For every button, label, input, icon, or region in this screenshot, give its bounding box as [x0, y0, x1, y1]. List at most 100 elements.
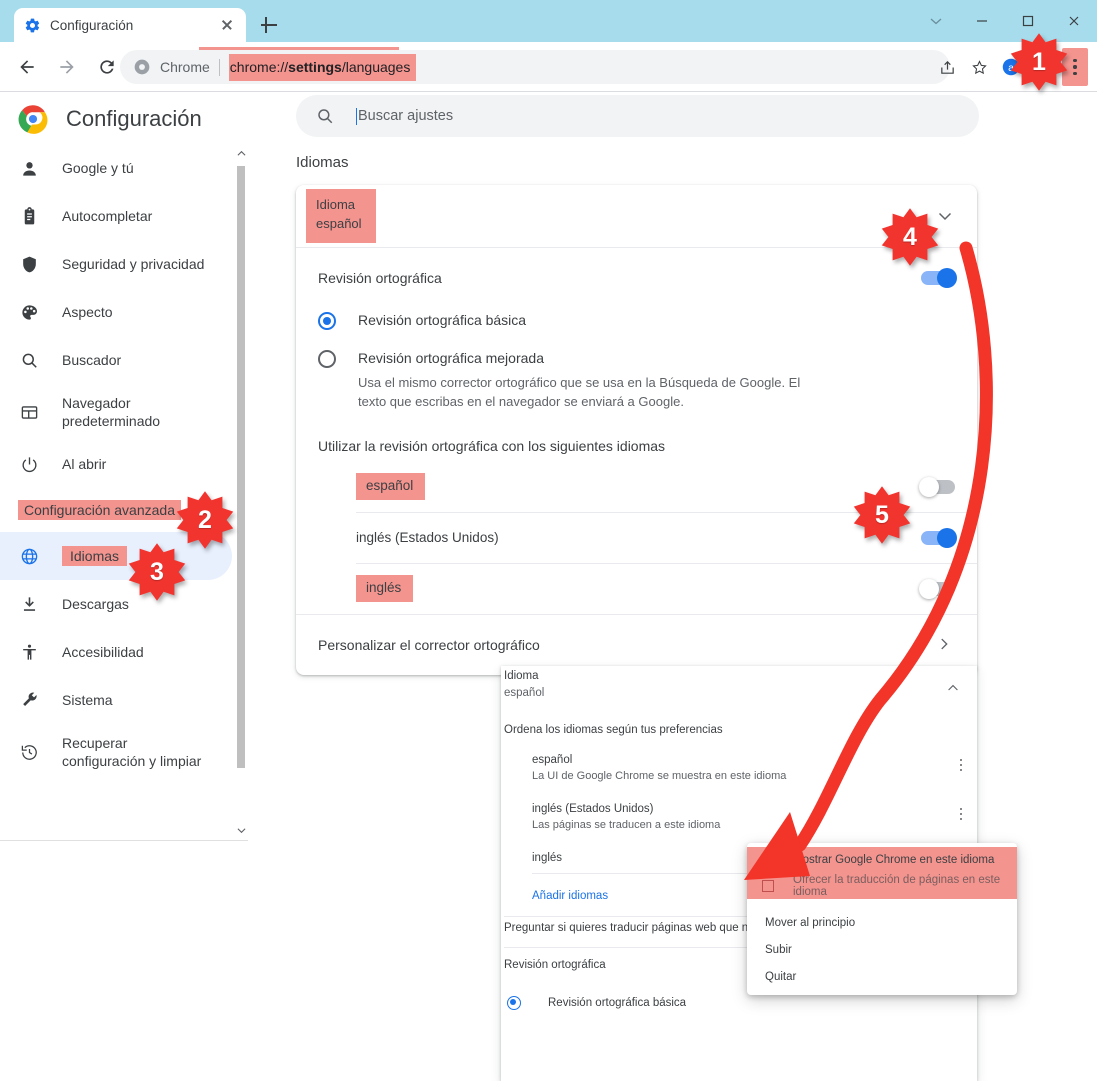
shield-icon [18, 253, 40, 275]
gear-icon [24, 17, 41, 34]
radio-button[interactable] [318, 312, 336, 330]
sidebar-item-label: Autocompletar [62, 208, 153, 224]
context-menu-item-label: Quitar [765, 970, 797, 983]
checkbox-icon[interactable] [762, 854, 774, 866]
sidebar-item-google-y-tu[interactable]: Google y tú [0, 144, 232, 192]
omnibox-url: chrome://settings/languages [228, 53, 417, 81]
sidebar-item-label: Seguridad y privacidad [62, 256, 205, 272]
sidebar-item-navegador-predeterminado[interactable]: Navegador predeterminado [0, 384, 232, 440]
spellcheck-label: Revisión ortográfica [318, 270, 442, 286]
language-card-value: español [316, 216, 362, 231]
scroll-down-icon[interactable] [234, 821, 248, 839]
language-toggle[interactable] [919, 578, 955, 599]
search-input[interactable]: Buscar ajustes [296, 95, 979, 137]
minimize-icon[interactable] [959, 0, 1005, 42]
sidebar-bottom-divider [0, 840, 248, 841]
sidebar-item-seguridad-y-privacidad[interactable]: Seguridad y privacidad [0, 240, 232, 288]
address-bar[interactable]: Chrome chrome://settings/languages [120, 50, 950, 84]
badge-number: 2 [198, 505, 212, 534]
scrollbar-thumb[interactable] [237, 166, 245, 768]
person-icon [18, 157, 40, 179]
language-context-menu: Mostrar Google Chrome en este idioma Ofr… [747, 843, 1017, 995]
context-menu-item-move-to-top[interactable]: Mover al principio [747, 909, 1017, 936]
language-desc: Las páginas se traducen a este idioma [532, 819, 721, 831]
sidebar-item-accesibilidad[interactable]: Accesibilidad [0, 628, 232, 676]
search-icon [316, 107, 334, 125]
wrench-icon [18, 689, 40, 711]
context-menu-item-move-up[interactable]: Subir [747, 936, 1017, 963]
option-description: Usa el mismo corrector ortográfico que s… [358, 375, 801, 409]
chrome-logo-icon [134, 59, 150, 75]
add-languages-link[interactable]: Añadir idiomas [532, 890, 608, 902]
back-arrow-icon[interactable] [10, 50, 44, 84]
sidebar-item-label: Idiomas [62, 546, 128, 566]
reload-icon[interactable] [90, 50, 124, 84]
overlay-header[interactable]: Idioma español [501, 666, 977, 718]
language-toggle[interactable] [919, 476, 955, 497]
sidebar-advanced-label: Configuración avanzada [18, 500, 181, 520]
chevron-up-icon[interactable] [945, 680, 961, 696]
context-menu-item-label: Ofrecer la traducción de páginas en este… [793, 874, 1001, 898]
checkbox-icon[interactable] [762, 880, 774, 892]
page-title: Configuración [66, 106, 202, 131]
scroll-up-icon[interactable] [234, 144, 248, 162]
text-caret [356, 107, 357, 125]
star-icon[interactable] [963, 51, 995, 83]
overlay-spellcheck-label: Revisión ortográfica [504, 959, 606, 971]
browser-window-icon [18, 401, 40, 423]
sidebar-item-sistema[interactable]: Sistema [0, 676, 232, 724]
radio-button[interactable] [507, 996, 521, 1010]
badge-number: 3 [150, 557, 164, 586]
chevron-down-icon[interactable] [913, 0, 959, 42]
annotation-badge-2: 2 [175, 490, 235, 550]
share-icon[interactable] [931, 51, 963, 83]
spellcheck-row: Revisión ortográfica [296, 248, 977, 308]
chrome-logo-icon [18, 104, 48, 134]
annotation-badge-5: 5 [852, 485, 912, 545]
chevron-right-icon[interactable] [935, 635, 955, 655]
sidebar-item-recuperar-configuracion[interactable]: Recuperar configuración y limpiar [0, 724, 232, 780]
sidebar-scrollbar[interactable] [234, 144, 248, 839]
row-menu-icon[interactable] [953, 805, 969, 823]
badge-number: 1 [1032, 47, 1046, 76]
badge-number: 4 [903, 222, 917, 251]
overlay-value: español [504, 687, 545, 699]
sidebar-item-al-abrir[interactable]: Al abrir [0, 440, 232, 488]
new-tab-button[interactable] [258, 14, 280, 36]
sidebar-item-label: Recuperar configuración y limpiar [62, 734, 202, 769]
language-card-header[interactable]: Idioma español [296, 185, 977, 247]
spellcheck-option-enhanced[interactable]: Revisión ortográfica mejorada Usa el mis… [296, 350, 977, 412]
language-toggle[interactable] [921, 527, 957, 548]
annotation-badge-3: 3 [127, 542, 187, 602]
language-name: inglés [356, 575, 414, 603]
context-menu-item-show-chrome-in-language[interactable]: Mostrar Google Chrome en este idioma [747, 847, 1017, 873]
browser-title-bar: Configuración [0, 0, 1097, 42]
sidebar-item-autocompletar[interactable]: Autocompletar [0, 192, 232, 240]
download-icon [18, 593, 40, 615]
overlay-spellcheck-option: Revisión ortográfica básica [548, 997, 687, 1009]
overlay-language-row: español La UI de Google Chrome se muestr… [532, 754, 942, 782]
sidebar-item-aspecto[interactable]: Aspecto [0, 288, 232, 336]
sidebar-item-buscador[interactable]: Buscador [0, 336, 232, 384]
window-controls [913, 0, 1097, 42]
spellcheck-toggle[interactable] [921, 268, 957, 288]
row-menu-icon[interactable] [953, 756, 969, 774]
context-menu-item-offer-translation[interactable]: Ofrecer la traducción de páginas en este… [747, 873, 1017, 899]
customize-label: Personalizar el corrector ortográfico [318, 636, 540, 653]
context-menu-item-remove[interactable]: Quitar [747, 963, 1017, 990]
radio-button[interactable] [318, 350, 336, 368]
browser-tab[interactable]: Configuración [14, 8, 246, 42]
overlay-language-row: inglés (Estados Unidos) Las páginas se t… [532, 803, 942, 831]
sidebar-item-label: Al abrir [62, 456, 107, 472]
sidebar-item-label: Aspecto [62, 304, 113, 320]
close-icon[interactable] [218, 16, 236, 34]
sidebar-item-descargas[interactable]: Descargas [0, 580, 232, 628]
forward-arrow-icon[interactable] [50, 50, 84, 84]
sidebar-item-label: Google y tú [62, 160, 134, 176]
globe-icon [18, 545, 40, 567]
spellcheck-language-row: inglés [356, 564, 955, 614]
sidebar-item-label: Buscador [62, 352, 122, 368]
omnibox-separator [218, 58, 220, 76]
spellcheck-option-basic[interactable]: Revisión ortográfica básica [296, 312, 977, 330]
languages-card: Idioma español Revisión ortográfica Revi… [296, 185, 977, 675]
